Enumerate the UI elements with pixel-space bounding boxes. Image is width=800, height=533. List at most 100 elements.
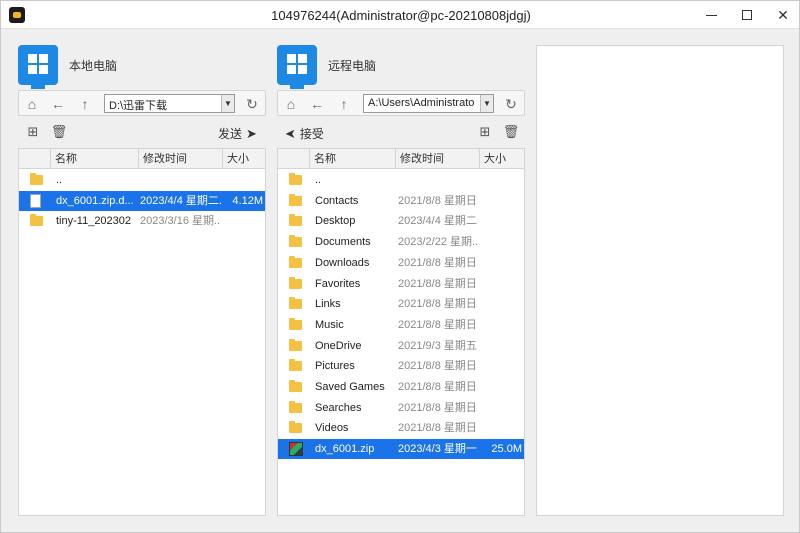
file-modified-time: 2021/8/8 星期日... — [398, 422, 478, 435]
file-name: Downloads — [315, 256, 370, 269]
remote-path-text: A:\Users\Administrato — [368, 97, 475, 109]
send-button[interactable]: 发送 ➤ — [218, 125, 257, 142]
back-arrow-icon[interactable]: ← — [308, 95, 326, 113]
up-arrow-icon[interactable]: ↑ — [335, 95, 353, 113]
file-modified-time: 2021/8/8 星期日... — [398, 381, 478, 393]
file-size — [482, 377, 522, 397]
remote-panel-label: 远程电脑 — [328, 59, 377, 73]
home-icon[interactable]: ⌂ — [282, 95, 300, 113]
folder-icon — [30, 214, 43, 227]
column-modified[interactable]: 修改时间 — [396, 149, 480, 169]
receive-arrow-icon: ➤ — [285, 125, 296, 141]
file-icon — [30, 193, 41, 208]
file-name: Favorites — [315, 277, 361, 290]
maximize-button[interactable] — [729, 1, 765, 29]
up-arrow-icon[interactable]: ↑ — [76, 95, 94, 113]
file-name: Pictures — [315, 360, 355, 373]
file-row[interactable]: Links 2021/8/8 星期日... — [278, 294, 524, 314]
file-name: Searches — [315, 401, 362, 414]
file-row[interactable]: Desktop 2023/4/4 星期二... — [278, 211, 524, 231]
column-size[interactable]: 大小 — [223, 149, 265, 169]
maximize-icon — [742, 10, 752, 20]
file-name: Links — [315, 298, 341, 311]
file-row[interactable]: .. — [278, 170, 524, 190]
file-size — [482, 315, 522, 335]
file-modified-time: 2021/8/8 星期日... — [398, 360, 478, 373]
column-name[interactable]: 名称 — [310, 149, 396, 169]
file-modified-time: 2021/8/8 星期日... — [398, 256, 478, 269]
remote-list-header: 名称 修改时间 大小 — [278, 149, 524, 169]
file-row[interactable]: Pictures 2021/8/8 星期日... — [278, 356, 524, 376]
minimize-button[interactable] — [693, 1, 729, 29]
back-arrow-icon[interactable]: ← — [49, 95, 67, 113]
file-row[interactable]: Searches 2021/8/8 星期日... — [278, 398, 524, 418]
file-row[interactable]: dx_6001.zip 2023/4/3 星期一... 25.0M — [278, 439, 524, 460]
local-address-bar: ⌂ ← ↑ D:\迅雷下载 ▼ ↻ — [18, 90, 266, 116]
file-size — [225, 211, 263, 231]
folder-icon — [289, 193, 302, 206]
file-transfer-window: 104976244(Administrator@pc-20210808jdgj)… — [0, 0, 800, 533]
file-row[interactable]: Saved Games 2021/8/8 星期日... — [278, 377, 524, 397]
local-panel-label: 本地电脑 — [69, 59, 118, 73]
remote-path-input[interactable]: A:\Users\Administrato ▼ — [363, 94, 494, 113]
file-row[interactable]: dx_6001.zip.d... 2023/4/4 星期二... 4.12M — [19, 190, 265, 211]
folder-icon — [289, 235, 302, 248]
file-modified-time: 2021/9/3 星期五... — [398, 339, 478, 352]
file-row[interactable]: Favorites 2021/8/8 星期日... — [278, 274, 524, 294]
remote-file-list: 名称 修改时间 大小 .. Contacts 2021/8/8 星期日... Desk… — [277, 148, 525, 516]
trash-icon[interactable]: 🗑 — [51, 124, 68, 140]
zip-icon — [289, 442, 303, 457]
local-list-header: 名称 修改时间 大小 — [19, 149, 265, 169]
file-modified-time: 2023/3/16 星期... — [140, 215, 221, 228]
file-modified-time: 2023/4/4 星期二... — [140, 194, 221, 207]
file-modified-time: 2021/8/8 星期日... — [398, 318, 478, 331]
receive-button[interactable]: ➤ 接受 — [285, 125, 324, 142]
chevron-down-icon[interactable]: ▼ — [480, 95, 493, 112]
file-name: .. — [56, 174, 63, 186]
column-name[interactable]: 名称 — [51, 149, 139, 169]
file-size — [482, 232, 522, 252]
file-row[interactable]: tiny-11_202302 2023/3/16 星期... — [19, 211, 265, 231]
file-name: Videos — [315, 422, 349, 435]
remote-computer-icon — [277, 45, 317, 89]
remote-address-bar: ⌂ ← ↑ A:\Users\Administrato ▼ ↻ — [277, 90, 525, 116]
file-size — [482, 191, 522, 211]
file-row[interactable]: .. — [19, 170, 265, 190]
new-folder-icon[interactable]: ⊞ — [25, 124, 41, 140]
file-name: tiny-11_202302 — [56, 215, 132, 228]
file-size: 25.0M — [491, 443, 522, 456]
minimize-icon — [705, 14, 717, 16]
close-button[interactable]: ✕ — [765, 1, 800, 29]
trash-icon[interactable]: 🗑 — [503, 124, 520, 140]
send-arrow-icon: ➤ — [246, 125, 257, 141]
file-row[interactable]: OneDrive 2021/9/3 星期五... — [278, 336, 524, 356]
file-name: Music — [315, 318, 344, 331]
file-name: dx_6001.zip — [315, 443, 375, 456]
home-icon[interactable]: ⌂ — [23, 95, 41, 113]
file-modified-time: 2021/8/8 星期日... — [398, 194, 478, 207]
folder-icon — [289, 276, 302, 289]
file-row[interactable]: Music 2021/8/8 星期日... — [278, 315, 524, 335]
file-size — [482, 336, 522, 356]
file-name: Desktop — [315, 215, 356, 228]
refresh-icon[interactable]: ↻ — [502, 95, 520, 113]
local-path-input[interactable]: D:\迅雷下载 ▼ — [104, 94, 235, 113]
column-modified[interactable]: 修改时间 — [139, 149, 223, 169]
column-size[interactable]: 大小 — [480, 149, 524, 169]
file-row[interactable]: Documents 2023/2/22 星期... — [278, 232, 524, 252]
refresh-icon[interactable]: ↻ — [243, 95, 261, 113]
local-file-list: 名称 修改时间 大小 .. dx_6001.zip.d... 2023/4/4 星期… — [18, 148, 266, 516]
folder-icon — [289, 380, 302, 392]
file-row[interactable]: Videos 2021/8/8 星期日... — [278, 418, 524, 438]
file-row[interactable]: Contacts 2021/8/8 星期日... — [278, 191, 524, 211]
file-name: Contacts — [315, 194, 359, 207]
folder-icon — [289, 297, 302, 310]
file-size — [482, 274, 522, 294]
app-icon — [9, 7, 25, 23]
file-row[interactable]: Downloads 2021/8/8 星期日... — [278, 253, 524, 273]
file-size: 4.12M — [232, 194, 263, 207]
close-icon: ✕ — [777, 6, 789, 23]
new-folder-icon[interactable]: ⊞ — [477, 124, 493, 140]
chevron-down-icon[interactable]: ▼ — [221, 95, 234, 112]
folder-icon — [289, 255, 302, 268]
